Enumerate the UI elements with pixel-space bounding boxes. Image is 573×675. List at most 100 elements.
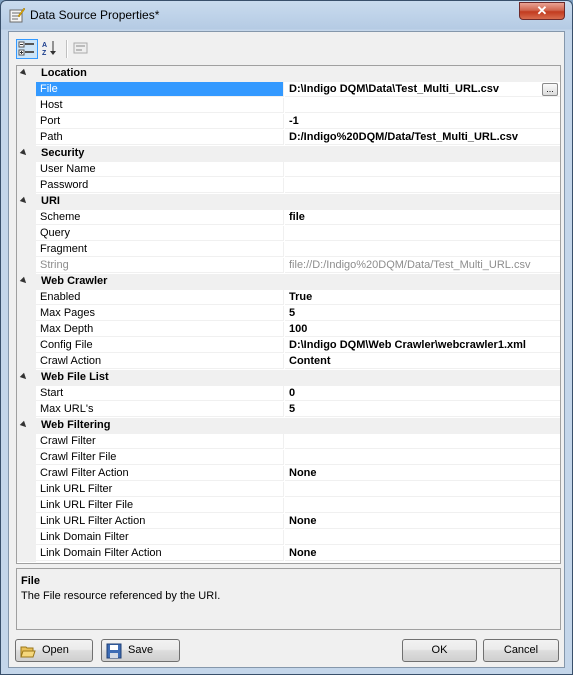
- property-name[interactable]: User Name: [36, 162, 284, 177]
- property-value[interactable]: [285, 98, 560, 113]
- property-row[interactable]: Crawl Filter: [17, 434, 560, 450]
- property-row[interactable]: Fragment: [17, 242, 560, 258]
- property-row[interactable]: Port -1: [17, 114, 560, 130]
- row-gutter: [17, 178, 36, 194]
- property-row[interactable]: Link URL Filter Action None: [17, 514, 560, 530]
- property-name[interactable]: Port: [36, 114, 284, 129]
- property-value[interactable]: D:\Indigo DQM\Web Crawler\webcrawler1.xm…: [285, 338, 560, 353]
- property-value[interactable]: 5: [285, 306, 560, 321]
- property-value[interactable]: D:/Indigo%20DQM/Data/Test_Multi_URL.csv: [285, 130, 560, 145]
- property-name[interactable]: Max URL's: [36, 402, 284, 417]
- property-name[interactable]: File: [36, 82, 284, 97]
- cancel-button[interactable]: Cancel: [483, 639, 559, 662]
- property-name[interactable]: Start: [36, 386, 284, 401]
- property-value[interactable]: 5: [285, 402, 560, 417]
- property-name[interactable]: Max Depth: [36, 322, 284, 337]
- property-value[interactable]: 0: [285, 386, 560, 401]
- collapse-arrow-icon[interactable]: [19, 420, 29, 430]
- collapse-arrow-icon[interactable]: [19, 196, 29, 206]
- property-row[interactable]: Config File D:\Indigo DQM\Web Crawler\web…: [17, 338, 560, 354]
- property-name[interactable]: String: [36, 258, 284, 273]
- category-row[interactable]: Location: [17, 66, 560, 82]
- open-button[interactable]: Open: [15, 639, 93, 662]
- property-value[interactable]: file: [285, 210, 560, 225]
- property-row[interactable]: Crawl Filter File: [17, 450, 560, 466]
- property-name[interactable]: Link URL Filter: [36, 482, 284, 497]
- property-row[interactable]: Link URL Filter File: [17, 498, 560, 514]
- property-value[interactable]: 100: [285, 322, 560, 337]
- property-value[interactable]: None: [285, 514, 560, 529]
- save-button[interactable]: Save: [101, 639, 180, 662]
- row-gutter: [17, 242, 36, 258]
- property-value[interactable]: None: [285, 546, 560, 561]
- collapse-arrow-icon[interactable]: [19, 372, 29, 382]
- property-row[interactable]: Max Pages 5: [17, 306, 560, 322]
- property-row[interactable]: Link Domain Filter Action None: [17, 546, 560, 562]
- category-row[interactable]: URI: [17, 194, 560, 210]
- property-name[interactable]: Path: [36, 130, 284, 145]
- property-row[interactable]: Link URL Filter: [17, 482, 560, 498]
- property-row[interactable]: String file://D:/Indigo%20DQM/Data/Test_M…: [17, 258, 560, 274]
- property-value[interactable]: Content: [285, 354, 560, 369]
- property-name[interactable]: Config File: [36, 338, 284, 353]
- property-pages-button[interactable]: [71, 39, 93, 59]
- property-value[interactable]: [285, 530, 560, 545]
- property-name[interactable]: Crawl Filter File: [36, 450, 284, 465]
- property-value[interactable]: None: [285, 466, 560, 481]
- property-row[interactable]: Start 0: [17, 386, 560, 402]
- property-name[interactable]: Link Domain Filter Action: [36, 546, 284, 561]
- alphabetical-view-button[interactable]: A Z: [40, 39, 62, 59]
- property-value[interactable]: [285, 162, 560, 177]
- property-name[interactable]: Crawl Filter Action: [36, 466, 284, 481]
- category-row[interactable]: Web File List: [17, 370, 560, 386]
- category-row[interactable]: Security: [17, 146, 560, 162]
- property-name[interactable]: Link Domain Filter: [36, 530, 284, 545]
- collapse-arrow-icon[interactable]: [19, 148, 29, 158]
- property-name[interactable]: Scheme: [36, 210, 284, 225]
- categorized-view-button[interactable]: [16, 39, 38, 59]
- collapse-arrow-icon[interactable]: [19, 276, 29, 286]
- property-name[interactable]: Crawl Filter: [36, 434, 284, 449]
- property-row[interactable]: Path D:/Indigo%20DQM/Data/Test_Multi_URL.…: [17, 130, 560, 146]
- property-value[interactable]: file://D:/Indigo%20DQM/Data/Test_Multi_U…: [285, 258, 560, 273]
- property-value[interactable]: True: [285, 290, 560, 305]
- property-row[interactable]: Password: [17, 178, 560, 194]
- property-name[interactable]: Max Pages: [36, 306, 284, 321]
- property-name[interactable]: Query: [36, 226, 284, 241]
- category-row[interactable]: Web Crawler: [17, 274, 560, 290]
- property-name[interactable]: Enabled: [36, 290, 284, 305]
- property-row[interactable]: File D:\Indigo DQM\Data\Test_Multi_URL.cs…: [17, 82, 560, 98]
- collapse-arrow-icon[interactable]: [19, 68, 29, 78]
- ok-button[interactable]: OK: [402, 639, 477, 662]
- property-name[interactable]: Link URL Filter Action: [36, 514, 284, 529]
- property-value[interactable]: [285, 226, 560, 241]
- property-row[interactable]: Host: [17, 98, 560, 114]
- property-value[interactable]: [285, 178, 560, 193]
- property-value[interactable]: [285, 242, 560, 257]
- property-value[interactable]: [285, 482, 560, 497]
- property-name[interactable]: Link URL Filter File: [36, 498, 284, 513]
- property-row[interactable]: Crawl Action Content: [17, 354, 560, 370]
- title-bar[interactable]: Data Source Properties* ✕: [1, 1, 572, 29]
- property-row[interactable]: Query: [17, 226, 560, 242]
- property-value[interactable]: -1: [285, 114, 560, 129]
- browse-ellipsis-button[interactable]: ...: [542, 83, 558, 96]
- property-value[interactable]: [285, 434, 560, 449]
- property-value[interactable]: [285, 498, 560, 513]
- close-button[interactable]: ✕: [519, 2, 565, 20]
- category-row[interactable]: Web Filtering: [17, 418, 560, 434]
- property-row[interactable]: Link Domain Filter: [17, 530, 560, 546]
- property-row[interactable]: Scheme file: [17, 210, 560, 226]
- property-row[interactable]: Crawl Filter Action None: [17, 466, 560, 482]
- property-value[interactable]: D:\Indigo DQM\Data\Test_Multi_URL.csv: [285, 82, 560, 97]
- property-name[interactable]: Fragment: [36, 242, 284, 257]
- property-row[interactable]: Max URL's 5: [17, 402, 560, 418]
- property-name[interactable]: Host: [36, 98, 284, 113]
- property-name[interactable]: Password: [36, 178, 284, 193]
- property-value[interactable]: [285, 450, 560, 465]
- property-row[interactable]: User Name: [17, 162, 560, 178]
- property-name[interactable]: Crawl Action: [36, 354, 284, 369]
- property-row[interactable]: Enabled True: [17, 290, 560, 306]
- property-row[interactable]: Max Depth 100: [17, 322, 560, 338]
- property-grid[interactable]: Location File D:\Indigo DQM\Data\Test_Mult…: [16, 65, 561, 564]
